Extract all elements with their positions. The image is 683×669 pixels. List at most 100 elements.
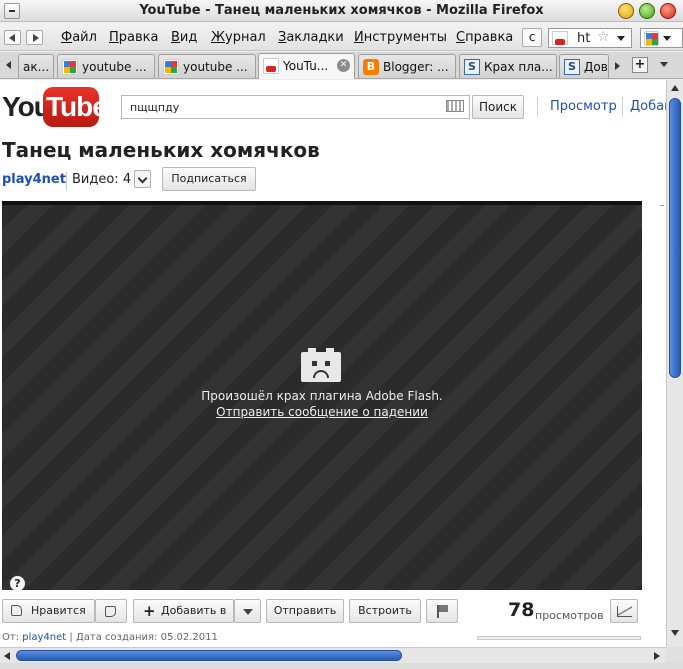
view-count: 78 <box>508 599 535 621</box>
new-tab-button[interactable]: + <box>632 57 648 73</box>
url-dropdown-icon[interactable] <box>617 36 625 41</box>
page-content: You Tube пщщпду Поиск Просмотр Добав Тан… <box>0 80 666 647</box>
send-crash-report-link[interactable]: Отправить сообщение о падении <box>2 405 642 419</box>
menu-bookmarks[interactable]: Закладки <box>278 30 344 45</box>
video-player[interactable]: Произошёл крах плагина Adobe Flash. Отпр… <box>2 201 642 591</box>
url-bar[interactable]: ht ☆ <box>548 28 632 48</box>
thumbs-down-icon <box>105 606 116 617</box>
menu-file[interactable]: Файл <box>61 30 97 45</box>
add-to-dropdown-button[interactable] <box>234 599 261 623</box>
url-text: ht <box>577 31 591 46</box>
menu-help[interactable]: Справка <box>456 30 513 45</box>
divider <box>66 172 67 190</box>
tab-label: youtube ... <box>82 60 147 74</box>
tab-label: Blogger: ... <box>383 60 449 74</box>
tab-list-icon[interactable] <box>660 62 668 67</box>
search-engine-dropdown-icon[interactable] <box>663 36 671 41</box>
stats-icon[interactable] <box>610 599 638 623</box>
google-icon <box>163 59 179 75</box>
view-count-label: просмотров <box>535 609 604 622</box>
tab-scroll-left-icon[interactable] <box>4 58 16 72</box>
window-title: YouTube - Танец маленьких хомячков - Moz… <box>139 3 544 18</box>
forward-arrow-icon[interactable] <box>26 30 43 45</box>
scrollbar-corner <box>666 647 683 663</box>
tab-item[interactable]: S Крах пла... <box>459 54 557 78</box>
tab-item[interactable]: S Дов <box>559 54 609 78</box>
menu-edit[interactable]: Правка <box>109 30 158 45</box>
rating-bar <box>477 636 641 640</box>
reload-icon[interactable]: c <box>522 28 542 47</box>
horizontal-scrollbar[interactable] <box>0 647 666 663</box>
thumbs-up-icon <box>11 605 22 616</box>
scroll-right-icon[interactable] <box>654 652 660 660</box>
close-window-button[interactable] <box>660 3 676 19</box>
plus-icon: + <box>143 602 156 620</box>
keyboard-icon[interactable] <box>446 100 464 112</box>
search-button[interactable]: Поиск <box>472 95 524 119</box>
subscribe-button[interactable]: Подписаться <box>162 167 256 191</box>
youtube-favicon-icon <box>552 31 568 45</box>
minimize-button[interactable] <box>618 3 634 19</box>
tab-label: YouTu... <box>283 59 329 73</box>
tab-label: Крах пла... <box>484 60 553 74</box>
bookmark-star-icon[interactable]: ☆ <box>597 29 610 45</box>
window-titlebar: YouTube - Танец маленьких хомячков - Moz… <box>0 0 683 22</box>
close-tab-icon[interactable]: ✕ <box>337 59 350 72</box>
youtube-icon <box>263 58 279 74</box>
from-label: От: <box>2 632 20 643</box>
google-icon <box>644 31 659 46</box>
tab-item[interactable]: B Blogger: ... <box>358 54 456 78</box>
youtube-logo[interactable]: You Tube <box>2 87 108 127</box>
upload-date: | Дата создания: 05.02.2011 <box>69 632 218 643</box>
tab-item-active[interactable]: YouTu... ✕ <box>258 53 355 79</box>
tab-label: ак... <box>23 60 50 74</box>
blogger-icon: B <box>363 59 379 75</box>
sad-plugin-icon <box>301 348 341 382</box>
scroll-up-icon[interactable] <box>671 85 679 91</box>
tab-label: youtube ... <box>183 60 248 74</box>
status-bar <box>0 663 683 669</box>
menu-tools[interactable]: Инструменты <box>354 30 447 45</box>
s-icon: S <box>464 59 480 75</box>
add-to-button[interactable]: + Добавить в <box>133 599 234 623</box>
search-input[interactable]: пщщпду <box>121 95 470 119</box>
s-icon: S <box>564 59 580 75</box>
tab-item[interactable]: youtube ... <box>57 54 155 78</box>
menubar: Файл Правка Вид Журнал Закладки Инструме… <box>0 23 683 51</box>
scroll-left-icon[interactable] <box>4 652 10 660</box>
share-button[interactable]: Отправить <box>266 599 344 623</box>
tab-item[interactable]: ак... <box>18 54 54 78</box>
add-to-label: Добавить в <box>161 604 227 617</box>
vertical-scroll-thumb[interactable] <box>669 98 681 378</box>
divider <box>537 97 538 117</box>
logo-tube: Tube <box>46 91 108 122</box>
crash-message: Произошёл крах плагина Adobe Flash. <box>201 389 443 403</box>
browse-link[interactable]: Просмотр <box>550 99 617 114</box>
flag-icon[interactable] <box>426 599 458 623</box>
tab-item[interactable]: youtube ... <box>158 54 256 78</box>
scroll-down-icon[interactable] <box>671 630 679 636</box>
tab-label: Дов <box>584 60 608 74</box>
back-arrow-icon[interactable] <box>4 30 21 45</box>
menu-history[interactable]: Журнал <box>211 30 266 45</box>
vertical-scrollbar[interactable] <box>666 80 683 647</box>
google-icon <box>62 59 78 75</box>
like-button[interactable]: Нравится <box>2 599 95 623</box>
maximize-button[interactable] <box>639 3 655 19</box>
embed-button[interactable]: Встроить <box>349 599 421 623</box>
horizontal-scroll-thumb[interactable] <box>16 650 402 661</box>
logo-tube-box: Tube <box>43 87 108 127</box>
menu-view[interactable]: Вид <box>171 30 197 45</box>
expand-chevron-icon[interactable] <box>134 170 151 188</box>
like-label: Нравится <box>31 604 86 617</box>
help-icon[interactable]: ? <box>10 576 25 591</box>
sidebar-fragment <box>660 205 664 215</box>
upload-link[interactable]: Добав <box>630 99 666 114</box>
dislike-button[interactable] <box>95 599 127 623</box>
search-engine-box[interactable] <box>640 28 683 48</box>
divider <box>622 97 623 117</box>
author-link[interactable]: play4net <box>22 632 66 643</box>
video-meta: От: play4net | Дата создания: 05.02.2011 <box>2 632 218 643</box>
tab-bar: ак... youtube ... youtube ... YouTu... ✕… <box>0 52 683 79</box>
channel-link[interactable]: play4net <box>2 172 66 187</box>
